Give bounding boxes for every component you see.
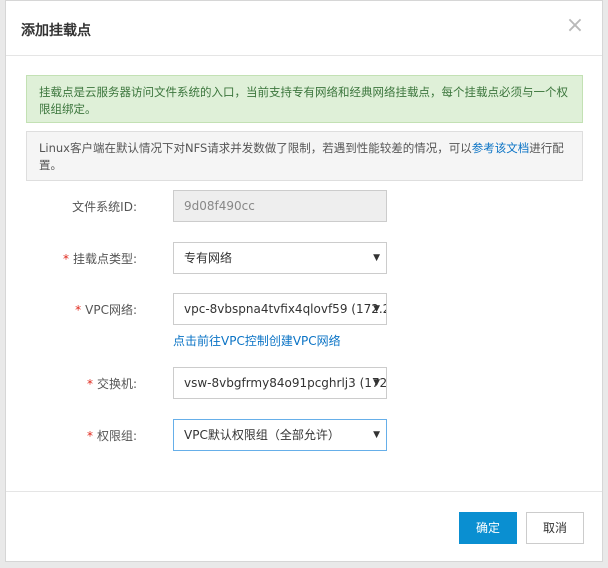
required-mark: * [86, 377, 93, 391]
mount-type-value: 专有网络 [184, 251, 233, 265]
perm-group-label: * 权限组: [86, 429, 137, 443]
vpc-label: * VPC网络: [75, 303, 137, 317]
perm-group-row: * 权限组: VPC默认权限组（全部允许） ▼ [6, 419, 602, 451]
vpc-value: vpc-8vbspna4tvfix4qlovf59 (172.2 [184, 302, 387, 316]
vswitch-select[interactable]: vsw-8vbgfrmy84o91pcghrlj3 (172 ▼ [173, 367, 387, 399]
vswitch-row: * 交换机: vsw-8vbgfrmy84o91pcghrlj3 (172 ▼ [6, 367, 602, 399]
chevron-down-icon: ▼ [373, 253, 380, 263]
perm-group-value: VPC默认权限组（全部允许） [184, 428, 340, 442]
mount-type-select[interactable]: 专有网络 ▼ [173, 242, 387, 274]
vswitch-value: vsw-8vbgfrmy84o91pcghrlj3 (172 [184, 376, 387, 390]
dialog-header: 添加挂载点 × [6, 1, 602, 56]
fs-id-label: 文件系统ID: [72, 200, 137, 214]
chevron-down-icon: ▼ [373, 304, 380, 314]
info-tip: 挂载点是云服务器访问文件系统的入口，当前支持专有网络和经典网络挂载点，每个挂载点… [26, 75, 583, 123]
required-mark: * [75, 303, 82, 317]
create-vpc-link[interactable]: 点击前往VPC控制创建VPC网络 [173, 332, 341, 349]
fs-id-field: 9d08f490cc [173, 190, 387, 222]
cancel-button[interactable]: 取消 [526, 512, 584, 544]
add-mount-point-dialog: 添加挂载点 × 挂载点是云服务器访问文件系统的入口，当前支持专有网络和经典网络挂… [5, 0, 603, 562]
vswitch-label: * 交换机: [86, 377, 137, 391]
dialog-footer: 确定 取消 [6, 491, 602, 564]
chevron-down-icon: ▼ [373, 378, 380, 388]
vpc-row: * VPC网络: vpc-8vbspna4tvfix4qlovf59 (172.2… [6, 293, 602, 348]
fs-id-row: 文件系统ID: 9d08f490cc [6, 190, 602, 222]
reference-doc-link[interactable]: 参考该文档 [472, 141, 530, 155]
confirm-button[interactable]: 确定 [459, 512, 517, 544]
mount-type-label: * 挂载点类型: [62, 252, 137, 266]
chevron-down-icon: ▼ [373, 430, 380, 440]
nfs-tip-text: Linux客户端在默认情况下对NFS请求并发数做了限制，若遇到性能较差的情况，可… [39, 141, 472, 155]
required-mark: * [86, 429, 93, 443]
vpc-select[interactable]: vpc-8vbspna4tvfix4qlovf59 (172.2 ▼ [173, 293, 387, 325]
perm-group-select[interactable]: VPC默认权限组（全部允许） ▼ [173, 419, 387, 451]
mount-type-row: * 挂载点类型: 专有网络 ▼ [6, 242, 602, 274]
nfs-tip: Linux客户端在默认情况下对NFS请求并发数做了限制，若遇到性能较差的情况，可… [26, 131, 583, 181]
close-icon[interactable]: × [564, 15, 586, 37]
dialog-title: 添加挂载点 [21, 23, 91, 39]
required-mark: * [62, 252, 69, 266]
